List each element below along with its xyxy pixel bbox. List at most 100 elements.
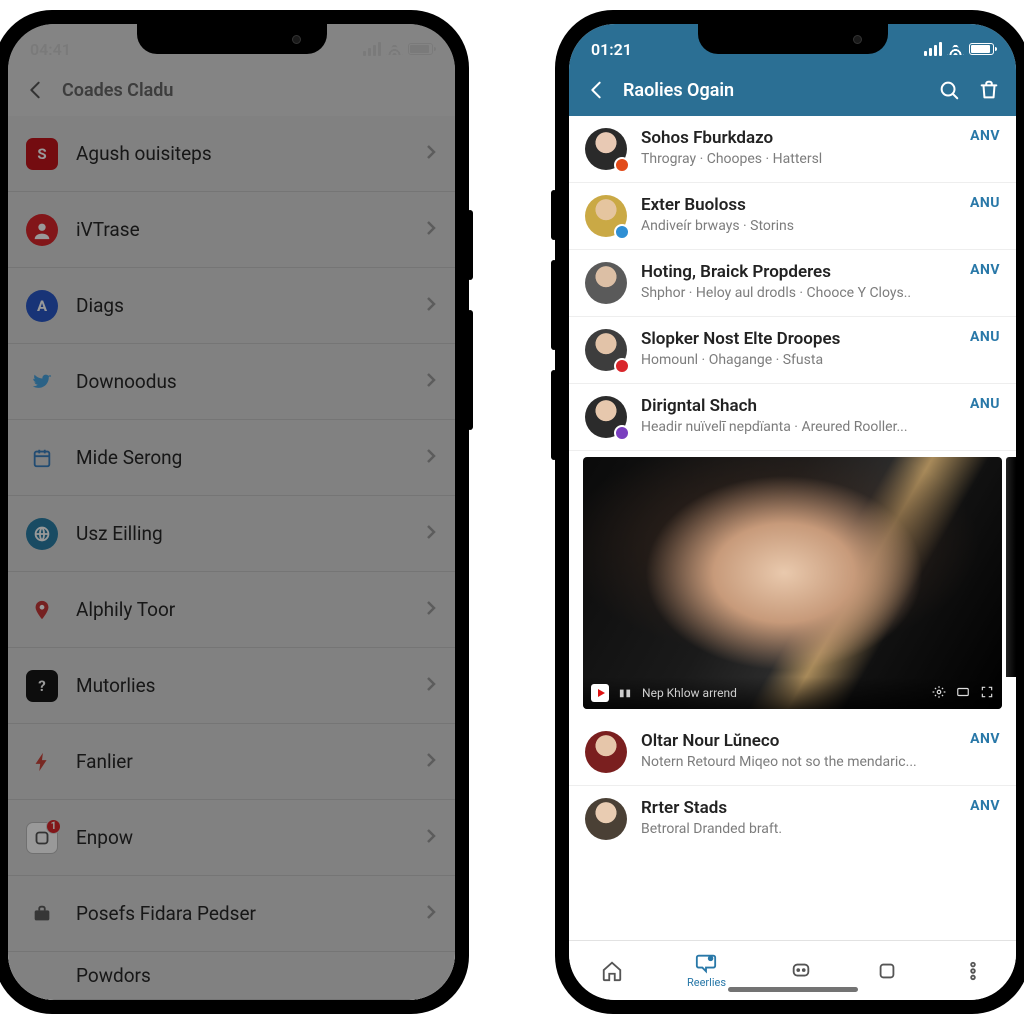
feed-item[interactable]: Sohos Fburkdazo Throgray · Choopes · Hat… bbox=[569, 116, 1016, 183]
home-indicator[interactable] bbox=[569, 984, 1016, 1000]
page-title: Coades Cladu bbox=[62, 80, 441, 101]
notch bbox=[698, 24, 888, 54]
list-item[interactable]: Alphily Toor bbox=[8, 572, 455, 648]
home-icon bbox=[601, 960, 623, 982]
trash-icon[interactable] bbox=[976, 77, 1002, 103]
search-icon[interactable] bbox=[936, 77, 962, 103]
shield-s-icon: S bbox=[26, 138, 58, 170]
feed-item[interactable]: Slopker Nost Elte Droopes Homounl · Ohag… bbox=[569, 317, 1016, 384]
settings-gear-icon[interactable] bbox=[932, 685, 946, 702]
list-item[interactable]: Fanlier bbox=[8, 724, 455, 800]
page-title: Raolies Ogain bbox=[623, 80, 922, 101]
letter-a-icon: A bbox=[26, 290, 58, 322]
feed-item[interactable]: Hoting, Braick Propderes Shphor · Heloy … bbox=[569, 250, 1016, 317]
action-label[interactable]: ANV bbox=[970, 128, 1000, 144]
question-icon: ? bbox=[26, 670, 58, 702]
feed-item-name: Slopker Nost Elte Droopes bbox=[641, 329, 956, 349]
tab-messages[interactable] bbox=[790, 960, 812, 982]
presence-badge-icon bbox=[614, 157, 630, 173]
feed-list[interactable]: Sohos Fburkdazo Throgray · Choopes · Hat… bbox=[569, 116, 1016, 940]
feed-item-name: Sohos Fburkdazo bbox=[641, 128, 956, 148]
list-item[interactable]: Usz Eilling bbox=[8, 496, 455, 572]
list-item-label: Diags bbox=[76, 294, 407, 317]
status-time: 04:41 bbox=[30, 40, 71, 59]
feed-item-sub: Shphor · Heloy aul drodls · Chooce Y Clo… bbox=[641, 285, 956, 301]
fullscreen-icon[interactable] bbox=[980, 685, 994, 702]
list-item-label: Mutorlies bbox=[76, 674, 407, 697]
list-item[interactable]: ? Mutorlies bbox=[8, 648, 455, 724]
tab-more[interactable] bbox=[962, 960, 984, 982]
feed-item[interactable]: Dirigntal Shach Headir nuïvelī nepdïanta… bbox=[569, 384, 1016, 451]
feed-item-name: Exter Buoloss bbox=[641, 195, 956, 215]
action-label[interactable]: ANU bbox=[970, 329, 1000, 345]
avatar bbox=[585, 128, 627, 170]
action-label[interactable]: ANV bbox=[970, 262, 1000, 278]
phone-frame-left: 04:41 Coades Cladu S Agush ouisiteps bbox=[0, 10, 469, 1014]
chevron-right-icon bbox=[425, 220, 437, 239]
feed-item-name: Hoting, Braick Propderes bbox=[641, 262, 956, 282]
chat-bubble-icon bbox=[695, 952, 717, 974]
video-card[interactable]: ▮▮ Nep Khlow arrend bbox=[583, 457, 1002, 709]
avatar bbox=[585, 262, 627, 304]
screen-left: 04:41 Coades Cladu S Agush ouisiteps bbox=[8, 24, 455, 1000]
list-item-label: Mide Serong bbox=[76, 446, 407, 469]
notification-badge: 1 bbox=[46, 819, 61, 834]
calendar-icon bbox=[26, 442, 58, 474]
list-item[interactable]: Downoodus bbox=[8, 344, 455, 420]
lightning-icon bbox=[26, 746, 58, 778]
feed-item[interactable]: Oltar Nour Lŭneco Notern Retourd Miqeo n… bbox=[569, 719, 1016, 786]
list-item[interactable]: 1 Enpow bbox=[8, 800, 455, 876]
back-icon[interactable] bbox=[583, 77, 609, 103]
phone-frame-right: 01:21 Raolies Ogain Sohos Fb bbox=[555, 10, 1024, 1014]
action-label[interactable]: ANV bbox=[970, 731, 1000, 747]
settings-list[interactable]: S Agush ouisiteps iVTrase A Diags bbox=[8, 116, 455, 1000]
list-item[interactable]: S Agush ouisiteps bbox=[8, 116, 455, 192]
chevron-right-icon bbox=[425, 144, 437, 163]
action-label[interactable]: ANV bbox=[970, 798, 1000, 814]
presence-badge-icon bbox=[614, 358, 630, 374]
battery-icon bbox=[408, 43, 433, 55]
feed-item-name: Oltar Nour Lŭneco bbox=[641, 731, 956, 751]
tab-square[interactable] bbox=[876, 960, 898, 982]
feed-item[interactable]: Rrter Stads Betroral Dranded braft. ANV bbox=[569, 786, 1016, 852]
list-item-label: iVTrase bbox=[76, 218, 407, 241]
next-video-peek[interactable] bbox=[1006, 457, 1016, 677]
cellular-signal-icon bbox=[363, 42, 381, 56]
feed-item-sub: Andiveír brways · Storins bbox=[641, 218, 956, 234]
list-item-label: Alphily Toor bbox=[76, 598, 407, 621]
tab-home[interactable] bbox=[601, 960, 623, 982]
list-item[interactable]: Posefs Fidara Pedser bbox=[8, 876, 455, 952]
video-thumbnail[interactable]: ▮▮ Nep Khlow arrend bbox=[583, 457, 1002, 709]
screen-right: 01:21 Raolies Ogain Sohos Fb bbox=[569, 24, 1016, 1000]
pause-bars-icon: ▮▮ bbox=[619, 688, 632, 699]
avatar bbox=[585, 396, 627, 438]
person-badge-icon bbox=[26, 214, 58, 246]
list-item[interactable]: A Diags bbox=[8, 268, 455, 344]
feed-item-name: Dirigntal Shach bbox=[641, 396, 956, 416]
status-time: 01:21 bbox=[591, 40, 632, 59]
presence-badge-icon bbox=[614, 425, 630, 441]
list-item[interactable]: Powdors bbox=[8, 952, 455, 1000]
app-badge-icon: 1 bbox=[26, 822, 58, 854]
message-square-icon bbox=[790, 960, 812, 982]
cc-icon[interactable] bbox=[956, 685, 970, 702]
feed-item[interactable]: Exter Buoloss Andiveír brways · Storins … bbox=[569, 183, 1016, 250]
list-item[interactable]: Mide Serong bbox=[8, 420, 455, 496]
list-item[interactable]: iVTrase bbox=[8, 192, 455, 268]
battery-icon bbox=[969, 43, 994, 55]
feed-item-sub: Notern Retourd Miqeo not so the mendaric… bbox=[641, 754, 956, 770]
avatar bbox=[585, 731, 627, 773]
back-icon[interactable] bbox=[22, 77, 48, 103]
map-pin-icon bbox=[26, 594, 58, 626]
square-icon bbox=[876, 960, 898, 982]
dots-vertical-icon bbox=[962, 960, 984, 982]
list-item-label: Usz Eilling bbox=[76, 522, 407, 545]
action-label[interactable]: ANU bbox=[970, 195, 1000, 211]
globe-ring-icon bbox=[26, 518, 58, 550]
presence-badge-icon bbox=[614, 224, 630, 240]
generic-icon bbox=[26, 960, 58, 992]
video-controls: ▮▮ Nep Khlow arrend bbox=[583, 677, 1002, 709]
feed-item-sub: Headir nuïvelī nepdïanta · Areured Rooll… bbox=[641, 419, 956, 435]
play-icon[interactable] bbox=[591, 684, 609, 702]
action-label[interactable]: ANU bbox=[970, 396, 1000, 412]
